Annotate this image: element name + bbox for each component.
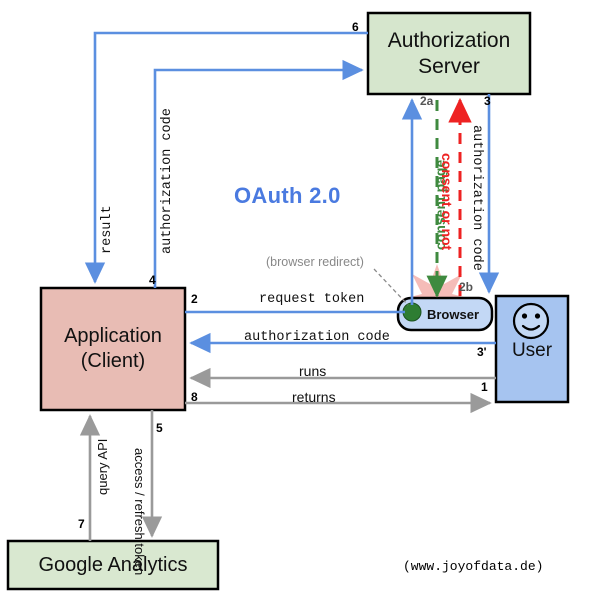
edge-8-label: returns — [292, 389, 336, 405]
google-analytics-box[interactable] — [6, 539, 220, 591]
edge-7-label: access / refresh token — [132, 448, 147, 576]
edge-2-label: request token — [259, 292, 365, 307]
application-box[interactable] — [39, 286, 187, 412]
edge-1-label: runs — [299, 363, 327, 379]
edge-3prime-label: authorization code — [244, 330, 390, 345]
step-number-2a: 2a — [420, 94, 434, 108]
step-number-2b: 2b — [459, 280, 474, 294]
edge-5-label: result — [100, 205, 115, 254]
step-number-5: 6 — [352, 20, 359, 34]
step-number-3prime: 3' — [477, 345, 487, 359]
green-dot-icon — [402, 302, 422, 322]
smiley-face-icon — [512, 302, 550, 340]
browser-redirect-annotation: (browser redirect) — [266, 255, 364, 269]
edge-6-label: query API — [95, 438, 110, 495]
step-number-6: 7 — [78, 517, 85, 531]
edge-4-label: authorization code — [160, 108, 175, 254]
watermark: (www.joyofdata.de) — [403, 559, 544, 574]
step-number-2: 2 — [191, 292, 198, 306]
step-number-4: 4 — [149, 273, 156, 287]
step-number-8: 8 — [191, 390, 198, 404]
edge-3-label: authorization code — [469, 125, 484, 271]
step-number-7: 5 — [156, 421, 163, 435]
step-number-1: 1 — [481, 380, 488, 394]
oauth-flow-diagram: Authorization Server Application (Client… — [0, 0, 591, 607]
step-number-3: 3 — [484, 94, 491, 108]
edge-2b-label: consent or not — [439, 153, 455, 251]
authorization-server-box[interactable] — [366, 11, 532, 96]
browser-redirect-leader-line — [373, 268, 409, 306]
page-title: OAuth 2.0 — [234, 183, 341, 208]
